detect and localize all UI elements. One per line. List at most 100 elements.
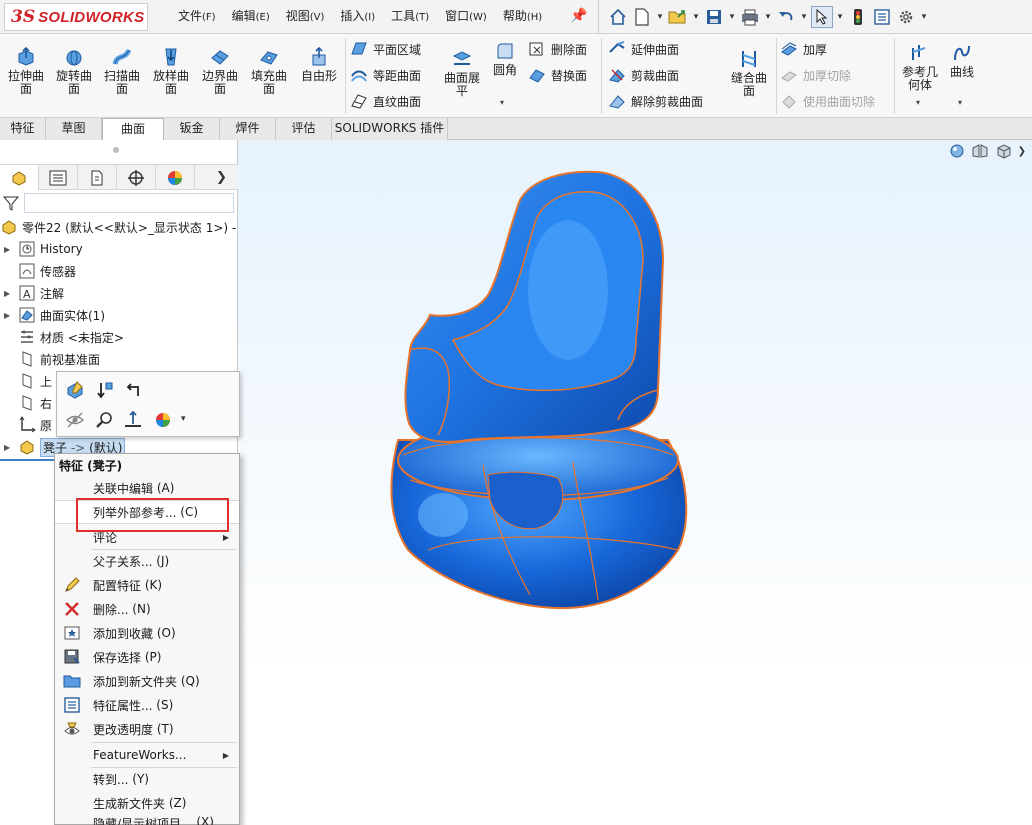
- home-icon[interactable]: [607, 6, 629, 28]
- menu-item-add-new-folder[interactable]: 添加到新文件夹 (Q): [55, 669, 239, 693]
- filter-icon[interactable]: [3, 195, 19, 211]
- tab-sheet-metal[interactable]: 钣金: [164, 118, 220, 140]
- lofted-surface-button[interactable]: 放样曲面: [149, 46, 193, 96]
- tree-item-history[interactable]: ▶ History: [0, 238, 238, 260]
- graphics-viewport[interactable]: ❯: [238, 140, 1032, 825]
- new-document-icon[interactable]: [631, 6, 653, 28]
- menu-item-featureworks[interactable]: FeatureWorks... ▶: [55, 743, 239, 767]
- panel-grip-handle[interactable]: [113, 147, 119, 153]
- display-manager-tab[interactable]: [156, 165, 195, 190]
- print-dropdown-icon[interactable]: ▾: [763, 6, 773, 28]
- save-dropdown-icon[interactable]: ▾: [727, 6, 737, 28]
- revolved-surface-button[interactable]: 旋转曲面: [52, 46, 96, 96]
- hide-eye-icon[interactable]: [63, 408, 87, 432]
- planar-surface-button[interactable]: 平面区域: [350, 38, 421, 60]
- file-properties-icon[interactable]: [871, 6, 893, 28]
- normal-to-icon[interactable]: [121, 408, 145, 432]
- tree-root-part[interactable]: 零件22 (默认<<默认>_显示状态 1>) -: [0, 216, 238, 238]
- untrim-surface-button[interactable]: 解除剪裁曲面: [608, 90, 703, 112]
- menu-item-edit-in-context[interactable]: 关联中编辑 (A): [55, 476, 239, 500]
- solidworks-logo[interactable]: 3S SOLIDWORKS: [4, 3, 148, 31]
- select-cursor-icon[interactable]: [811, 6, 833, 28]
- knit-surface-button[interactable]: 缝合曲面: [724, 48, 774, 98]
- options-dropdown-icon[interactable]: ▾: [919, 6, 929, 28]
- menu-view[interactable]: 视图(V): [278, 0, 333, 35]
- menu-item-go-to[interactable]: 转到... (Y): [55, 767, 239, 791]
- tree-item-annotations[interactable]: ▶ A 注解: [0, 282, 238, 304]
- edit-feature-icon[interactable]: [63, 378, 87, 402]
- trim-surface-button[interactable]: 剪裁曲面: [608, 64, 679, 86]
- menu-item-feature-properties[interactable]: 特征属性... (S): [55, 693, 239, 717]
- menu-item-hide-show-tree-items[interactable]: 隐藏/显示树项目... (X): [55, 815, 239, 825]
- reference-geometry-dropdown-icon[interactable]: ▾: [916, 98, 920, 107]
- stool-surface-model[interactable]: [238, 140, 1032, 825]
- pin-menu-icon[interactable]: 📌: [570, 8, 587, 24]
- tree-item-surface-bodies[interactable]: ▶ 曲面实体(1): [0, 304, 238, 326]
- new-dropdown-icon[interactable]: ▾: [655, 6, 665, 28]
- tree-item-sensors[interactable]: 传感器: [0, 260, 238, 282]
- zoom-to-selection-icon[interactable]: [93, 408, 117, 432]
- thicken-cut-button[interactable]: 加厚切除: [780, 64, 851, 86]
- reference-geometry-button[interactable]: 参考几 何体: [898, 42, 942, 92]
- menu-edit[interactable]: 编辑(E): [224, 0, 278, 35]
- fillet-dropdown-icon[interactable]: ▾: [500, 98, 504, 107]
- appearance-dropdown-icon[interactable]: ▾: [181, 414, 186, 424]
- options-gear-icon[interactable]: [895, 6, 917, 28]
- undo-dropdown-icon[interactable]: ▾: [799, 6, 809, 28]
- fillet-button[interactable]: 圆角: [488, 40, 522, 77]
- appearance-icon[interactable]: [151, 408, 175, 432]
- cut-with-surface-button[interactable]: 使用曲面切除: [780, 90, 875, 112]
- tab-weldments[interactable]: 焊件: [220, 118, 276, 140]
- ruled-surface-button[interactable]: 直纹曲面: [350, 90, 421, 112]
- select-dropdown-icon[interactable]: ▾: [835, 6, 845, 28]
- menu-window[interactable]: 窗口(W): [437, 0, 495, 35]
- offset-surface-button[interactable]: 等距曲面: [350, 64, 421, 86]
- thicken-button[interactable]: 加厚: [780, 38, 827, 60]
- curves-button[interactable]: 曲线: [944, 42, 980, 79]
- tree-item-front-plane[interactable]: 前视基准面: [0, 348, 238, 370]
- menu-insert[interactable]: 插入(I): [332, 0, 383, 35]
- menu-item-create-new-folder[interactable]: 生成新文件夹 (Z): [55, 791, 239, 815]
- boundary-surface-button[interactable]: 边界曲面: [198, 46, 242, 96]
- tab-solidworks-addins[interactable]: SOLIDWORKS 插件: [332, 118, 448, 140]
- dimxpert-tab[interactable]: [117, 165, 156, 190]
- tab-features[interactable]: 特征: [0, 118, 46, 140]
- rollback-icon[interactable]: [93, 378, 117, 402]
- undo-icon[interactable]: [775, 6, 797, 28]
- expand-arrow-icon[interactable]: ▶: [4, 245, 14, 254]
- traffic-light-icon[interactable]: [847, 6, 869, 28]
- curves-dropdown-icon[interactable]: ▾: [958, 98, 962, 107]
- tab-evaluate[interactable]: 评估: [276, 118, 332, 140]
- surface-flatten-button[interactable]: 曲面展平: [440, 48, 484, 98]
- menu-item-delete[interactable]: 删除... (N): [55, 597, 239, 621]
- menu-item-save-selection[interactable]: 保存选择 (P): [55, 645, 239, 669]
- freeform-button[interactable]: 自由形: [297, 46, 341, 83]
- propertymanager-tab[interactable]: [39, 165, 78, 190]
- more-tabs-chevron-icon[interactable]: ❯: [205, 165, 238, 190]
- filled-surface-button[interactable]: 填充曲面: [247, 46, 291, 96]
- extend-surface-button[interactable]: 延伸曲面: [608, 38, 679, 60]
- menu-item-add-favorite[interactable]: 添加到收藏 (O): [55, 621, 239, 645]
- print-icon[interactable]: [739, 6, 761, 28]
- save-icon[interactable]: [703, 6, 725, 28]
- replace-face-button[interactable]: 替换面: [528, 64, 587, 86]
- expand-arrow-icon[interactable]: ▶: [4, 311, 14, 320]
- menu-help[interactable]: 帮助(H): [495, 0, 550, 35]
- go-to-parent-icon[interactable]: [121, 378, 145, 402]
- tree-filter-input[interactable]: [24, 193, 234, 213]
- swept-surface-button[interactable]: 扫描曲面: [100, 46, 144, 96]
- tab-surfaces[interactable]: 曲面: [102, 118, 164, 140]
- menu-item-change-transparency[interactable]: 更改透明度 (T): [55, 717, 239, 741]
- extruded-surface-button[interactable]: 拉伸曲面: [4, 46, 48, 96]
- delete-face-button[interactable]: 删除面: [528, 38, 587, 60]
- menu-tools[interactable]: 工具(T): [383, 0, 437, 35]
- open-dropdown-icon[interactable]: ▾: [691, 6, 701, 28]
- featuremanager-tab[interactable]: [0, 165, 39, 190]
- expand-arrow-icon[interactable]: ▶: [4, 289, 14, 298]
- menu-item-parent-child[interactable]: 父子关系... (J): [55, 549, 239, 573]
- expand-arrow-icon[interactable]: ▶: [4, 443, 14, 452]
- tab-sketch[interactable]: 草图: [46, 118, 102, 140]
- open-folder-icon[interactable]: [667, 6, 689, 28]
- menu-file[interactable]: 文件(F): [170, 0, 224, 35]
- tree-item-material[interactable]: 材质 <未指定>: [0, 326, 238, 348]
